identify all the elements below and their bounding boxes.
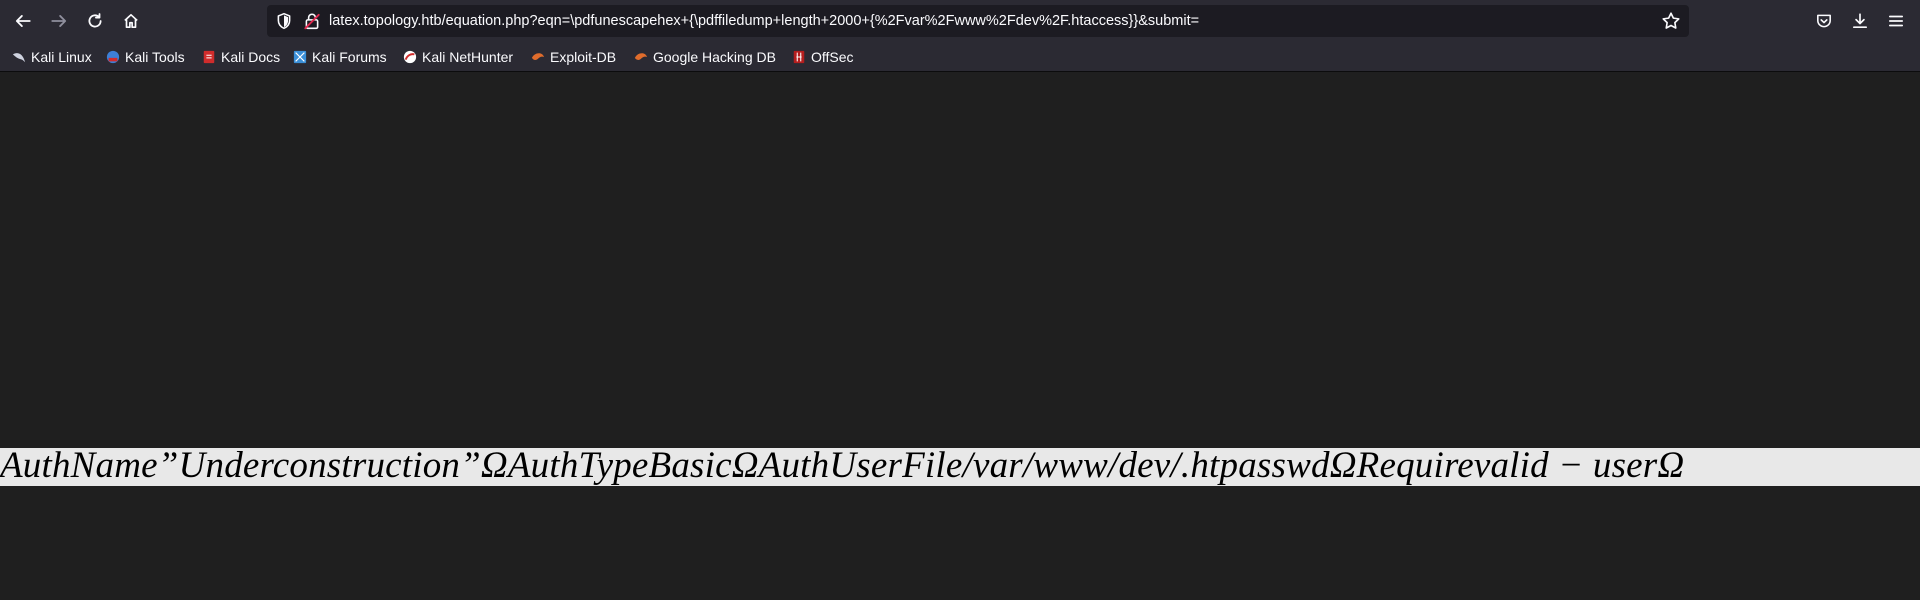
exploit-db-icon (531, 53, 545, 60)
url-text[interactable]: latex.topology.htb/equation.php?eqn=\pdf… (329, 12, 1199, 30)
bookmark-kali-tools[interactable]: Kali Tools (106, 47, 185, 67)
offsec-icon (793, 50, 805, 64)
bookmark-offsec[interactable]: OffSec (792, 47, 854, 67)
kali-forums-icon (293, 50, 307, 64)
download-arrow-icon (1852, 13, 1868, 29)
bookmark-label: Kali Forums (312, 49, 387, 65)
bookmarks-toolbar: Kali Linux Kali Tools Kali Docs Kali For… (0, 42, 1920, 72)
bookmark-label: Google Hacking DB (653, 49, 776, 65)
pocket-button[interactable] (1812, 9, 1836, 33)
pocket-icon (1817, 14, 1831, 28)
bookmark-label: Kali Tools (125, 49, 185, 65)
forward-arrow-icon (51, 15, 67, 27)
tracking-protection-shield-icon[interactable] (275, 12, 293, 30)
navigation-toolbar: latex.topology.htb/equation.php?eqn=\pdf… (0, 0, 1920, 42)
address-bar[interactable]: latex.topology.htb/equation.php?eqn=\pdf… (267, 5, 1689, 37)
bookmark-label: OffSec (811, 49, 854, 65)
back-arrow-icon (15, 15, 31, 27)
bookmark-star-icon[interactable] (1661, 11, 1681, 31)
downloads-button[interactable] (1848, 9, 1872, 33)
bookmark-kali-linux[interactable]: Kali Linux (12, 47, 92, 67)
kali-tools-icon (106, 50, 120, 64)
bookmark-label: Exploit-DB (550, 49, 617, 65)
forward-button[interactable] (45, 7, 73, 35)
home-icon (124, 13, 138, 29)
kali-docs-icon (203, 50, 215, 64)
insecure-lock-icon[interactable] (303, 12, 321, 30)
ghdb-icon (634, 53, 648, 60)
browser-window: latex.topology.htb/equation.php?eqn=\pdf… (0, 0, 1920, 600)
bookmark-google-hacking-db[interactable]: Google Hacking DB (634, 47, 776, 67)
bookmark-kali-docs[interactable]: Kali Docs (202, 47, 280, 67)
app-menu-button[interactable] (1884, 9, 1908, 33)
rendered-equation-image: AuthName”Underconstruction”ΩAuthTypeBasi… (0, 448, 1920, 486)
equation-output-text: AuthName”Underconstruction”ΩAuthTypeBasi… (0, 448, 1685, 486)
kali-nethunter-icon (403, 50, 417, 64)
bookmark-exploit-db[interactable]: Exploit-DB (531, 47, 616, 67)
bookmark-kali-nethunter[interactable]: Kali NetHunter (403, 47, 513, 67)
reload-button[interactable] (81, 7, 109, 35)
home-button[interactable] (117, 7, 145, 35)
page-content: AuthName”Underconstruction”ΩAuthTypeBasi… (0, 72, 1920, 600)
hamburger-menu-icon (1888, 15, 1904, 27)
reload-icon (88, 13, 102, 28)
kali-dragon-icon (12, 53, 26, 63)
back-button[interactable] (9, 7, 37, 35)
bookmark-kali-forums[interactable]: Kali Forums (293, 47, 387, 67)
bookmark-label: Kali NetHunter (422, 49, 514, 65)
bookmark-label: Kali Docs (221, 49, 281, 65)
bookmark-label: Kali Linux (31, 49, 92, 65)
